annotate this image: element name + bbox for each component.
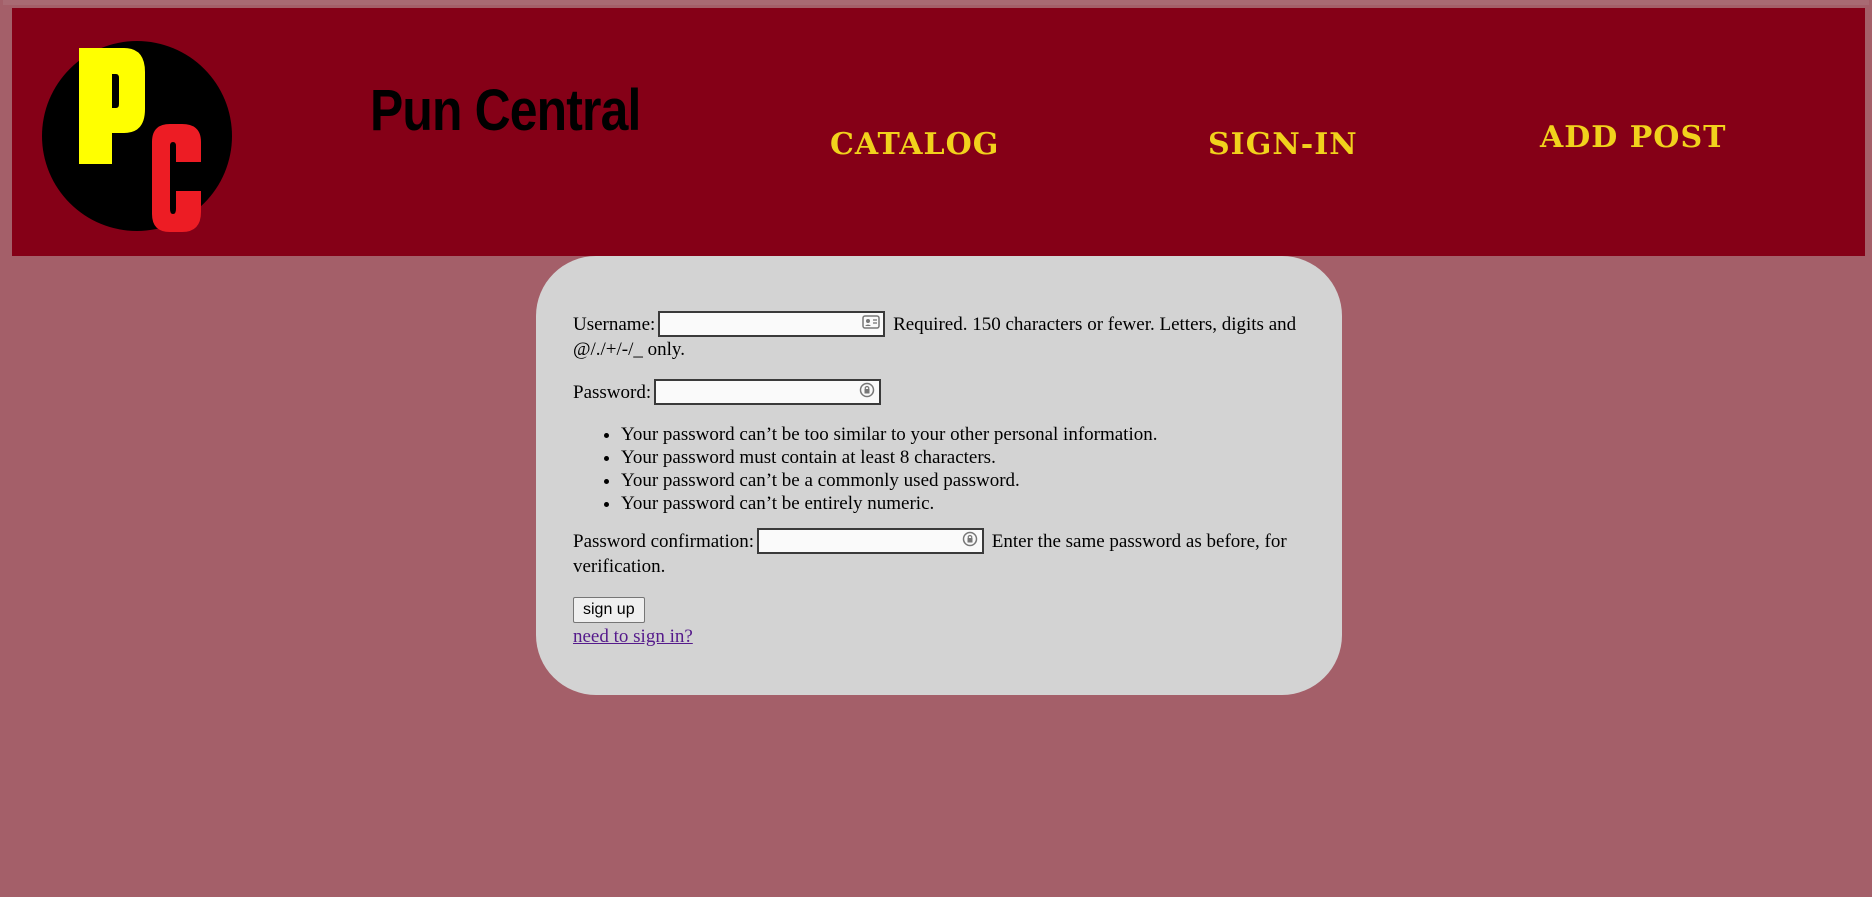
username-label: Username: xyxy=(573,314,656,335)
nav-signin-link[interactable]: SIGN-IN xyxy=(1208,130,1358,160)
password-rule-item: Your password can’t be entirely numeric. xyxy=(621,492,1306,515)
site-logo[interactable] xyxy=(40,34,234,234)
key-lock-icon[interactable] xyxy=(858,382,876,398)
nav-catalog-link[interactable]: CATALOG xyxy=(830,130,999,160)
password-row: Password: xyxy=(573,378,1306,405)
password-confirmation-label: Password confirmation: xyxy=(573,531,755,552)
contact-card-icon[interactable] xyxy=(862,314,881,330)
sign-up-button[interactable]: sign up xyxy=(573,597,645,623)
signup-panel: Username: Required. 150 characters or fe… xyxy=(536,256,1342,695)
nav-add-post-link[interactable]: ADD POST xyxy=(1540,123,1726,153)
key-lock-icon[interactable] xyxy=(961,531,979,547)
site-title: Pun Central xyxy=(370,78,641,143)
password-rule-item: Your password can’t be a commonly used p… xyxy=(621,469,1306,492)
site-header: Pun Central CATALOG SIGN-IN ADD POST xyxy=(12,8,1865,256)
need-to-sign-in-link[interactable]: need to sign in? xyxy=(573,624,693,649)
signup-form: Username: Required. 150 characters or fe… xyxy=(573,310,1306,649)
password-rule-item: Your password can’t be too similar to yo… xyxy=(621,423,1306,446)
username-input[interactable] xyxy=(658,310,886,337)
password-rules-list: Your password can’t be too similar to yo… xyxy=(573,423,1306,515)
username-row: Username: Required. 150 characters or fe… xyxy=(573,310,1306,362)
password-confirmation-input[interactable] xyxy=(757,527,985,554)
password-label: Password: xyxy=(573,382,652,403)
password-input[interactable] xyxy=(654,378,882,405)
password-confirmation-row: Password confirmation: Enter the same pa… xyxy=(573,527,1306,579)
password-rule-item: Your password must contain at least 8 ch… xyxy=(621,446,1306,469)
